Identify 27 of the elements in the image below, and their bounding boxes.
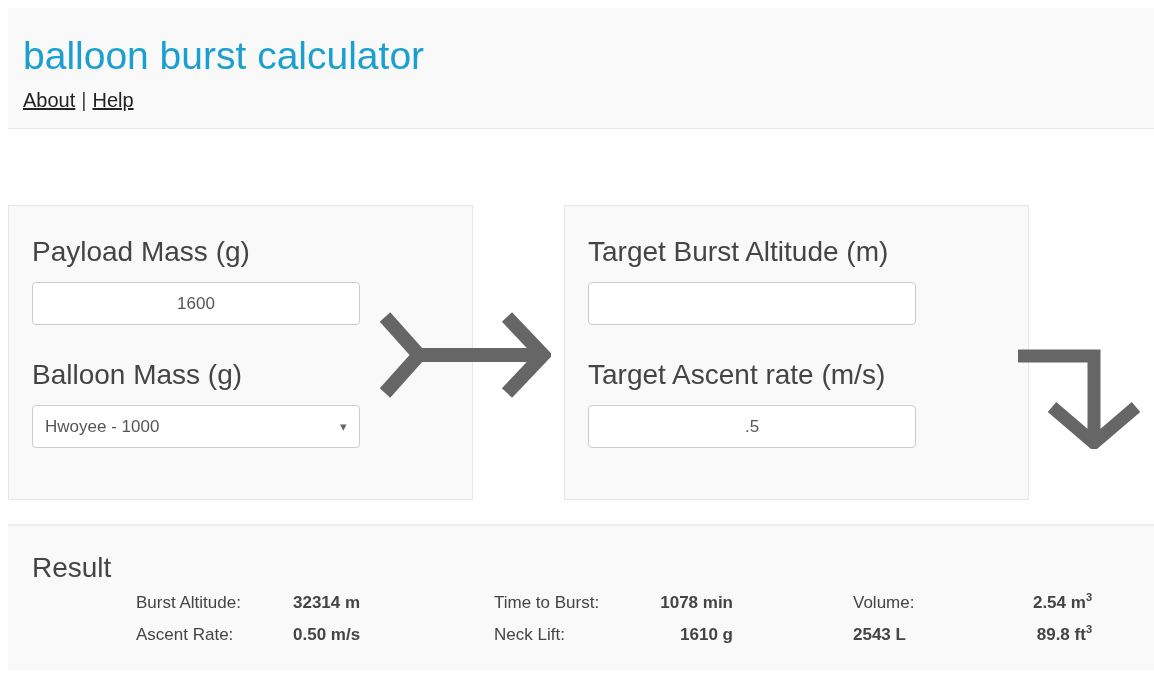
- result-value: 1078 min: [659, 592, 733, 614]
- nav-link[interactable]: Help: [92, 89, 134, 112]
- result-value: 89.8 ft$^{3}$: [1035, 624, 1092, 646]
- result-value: 1610 g: [679, 624, 733, 646]
- result-label: Time to Burst:: [494, 592, 601, 614]
- field-label: Target Ascent rate (m/s): [588, 358, 887, 392]
- field-label: Target Burst Altitude (m): [588, 235, 890, 269]
- dropdown[interactable]: Hwoyee - 1000 ▾: [32, 405, 360, 448]
- field-label: Balloon Mass (g): [32, 358, 244, 392]
- result-value: 2543 L: [853, 624, 907, 646]
- input-field[interactable]: 1600: [32, 282, 360, 325]
- field-label: Payload Mass (g): [32, 235, 251, 269]
- input-field[interactable]: [588, 282, 916, 325]
- page-title: balloon burst calculator: [23, 33, 426, 78]
- link-separator: |: [81, 89, 87, 112]
- result-value: 0.50 m/s: [293, 624, 362, 646]
- result-label: Neck Lift:: [494, 624, 566, 646]
- result-value: 32314 m: [293, 592, 362, 614]
- result-label: Volume:: [853, 592, 916, 614]
- section-title: Result: [32, 552, 113, 584]
- input-field[interactable]: .5: [588, 405, 916, 448]
- result-label: Ascent Rate:: [136, 624, 235, 646]
- nav-link[interactable]: About: [23, 89, 76, 112]
- result-value: 2.54 m$^{3}$: [1031, 592, 1092, 614]
- arrow-right-icon: [379, 311, 551, 399]
- result-label: Burst Altitude:: [136, 592, 242, 614]
- arrow-down-icon: [1018, 349, 1140, 449]
